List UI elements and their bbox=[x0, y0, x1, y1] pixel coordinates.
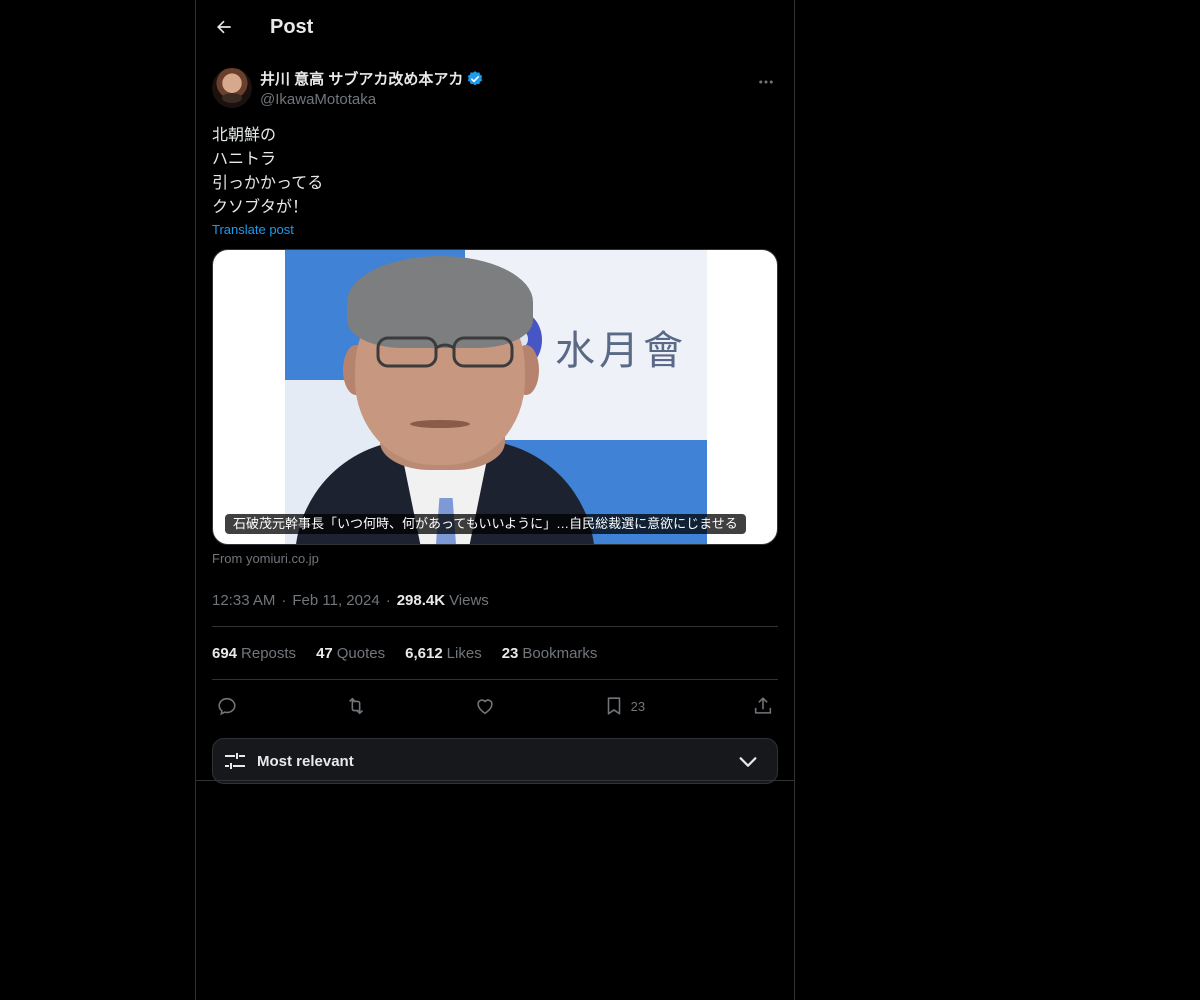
bookmark-count: 23 bbox=[630, 698, 646, 714]
bookmark-button[interactable]: 23 bbox=[603, 695, 645, 717]
reposts-count: 694 bbox=[212, 644, 238, 662]
meta-separator: · bbox=[281, 591, 287, 609]
post-date[interactable]: Feb 11, 2024 bbox=[292, 592, 379, 609]
back-button[interactable] bbox=[212, 15, 236, 39]
reply-sort-dropdown[interactable]: Most relevant bbox=[212, 738, 778, 784]
post-text: 北朝鮮の ハニトラ 引っかかってる クソブタが！ bbox=[212, 124, 778, 220]
reply-button[interactable] bbox=[216, 695, 238, 717]
link-source[interactable]: From yomiuri.co.jp bbox=[212, 551, 778, 566]
chevron-down-icon bbox=[739, 757, 757, 767]
likes-count: 6,612 bbox=[405, 644, 443, 662]
more-horizontal-icon bbox=[759, 80, 773, 84]
author-row: 井川 意高 サブアカ改め本アカ @IkawaMototaka bbox=[212, 64, 778, 112]
bookmarks-label: Bookmarks bbox=[522, 644, 598, 662]
page-header: Post bbox=[196, 0, 794, 54]
divider bbox=[196, 780, 794, 781]
avatar[interactable] bbox=[212, 68, 252, 108]
banner-text: 水月會 bbox=[555, 328, 687, 374]
page-title: Post bbox=[270, 15, 314, 38]
link-card-media[interactable]: 水月會 石破茂元幹事長「いつ何時、何があってもいいように」…自民総裁選に意欲にじ… bbox=[212, 249, 778, 545]
post-text-line: クソブタが！ bbox=[212, 199, 309, 216]
meta-separator: · bbox=[385, 591, 391, 609]
views-label: Views bbox=[449, 591, 489, 609]
likes-label: Likes bbox=[446, 644, 482, 662]
reposts-stat[interactable]: 694 Reposts bbox=[212, 645, 296, 662]
like-button[interactable] bbox=[474, 695, 496, 717]
name-line: 井川 意高 サブアカ改め本アカ bbox=[260, 68, 484, 89]
sort-label: Most relevant bbox=[257, 752, 354, 770]
engagement-stats: 694 Reposts 47 Quotes 6,612 Likes 23 Bookmar… bbox=[212, 627, 778, 679]
author-text: 井川 意高 サブアカ改め本アカ @IkawaMototaka bbox=[260, 68, 484, 108]
bookmarks-count: 23 bbox=[501, 644, 519, 662]
more-options-button[interactable] bbox=[754, 70, 778, 94]
likes-stat[interactable]: 6,612 Likes bbox=[405, 645, 482, 662]
sliders-icon bbox=[225, 753, 245, 769]
share-button[interactable] bbox=[752, 695, 774, 717]
share-icon bbox=[754, 697, 772, 714]
heart-icon bbox=[477, 699, 493, 715]
post-meta: 12:33 AM · Feb 11, 2024 · 298.4K Views bbox=[212, 584, 778, 616]
translate-post-link[interactable]: Translate post bbox=[212, 222, 778, 237]
bookmark-icon bbox=[607, 697, 620, 715]
quotes-stat[interactable]: 47 Quotes bbox=[316, 645, 385, 662]
action-bar: 23 bbox=[212, 682, 778, 730]
display-name[interactable]: 井川 意高 サブアカ改め本アカ bbox=[260, 68, 463, 89]
post-text-line: ハニトラ bbox=[212, 151, 277, 168]
post-text-line: 引っかかってる bbox=[212, 175, 324, 192]
post-time[interactable]: 12:33 AM bbox=[212, 592, 275, 609]
post: 井川 意高 サブアカ改め本アカ @IkawaMototaka 北朝鮮の ハニトラ bbox=[196, 64, 794, 784]
arrow-left-icon bbox=[217, 20, 231, 34]
main-column: Post 井川 意高 サブアカ改め本アカ @IkawaMototaka 北朝鮮の… bbox=[195, 0, 795, 1000]
reply-icon bbox=[218, 697, 236, 716]
repost-button[interactable] bbox=[345, 695, 367, 717]
reposts-label: Reposts bbox=[241, 644, 297, 662]
repost-icon bbox=[348, 697, 363, 715]
news-photo: 水月會 bbox=[285, 250, 707, 544]
handle[interactable]: @IkawaMototaka bbox=[260, 91, 484, 108]
verified-badge-icon bbox=[468, 70, 483, 85]
divider bbox=[212, 679, 778, 680]
quotes-count: 47 bbox=[316, 644, 333, 662]
post-text-line: 北朝鮮の bbox=[212, 127, 277, 144]
quotes-label: Quotes bbox=[336, 644, 386, 662]
bookmarks-stat[interactable]: 23 Bookmarks bbox=[502, 645, 598, 662]
media-caption: 石破茂元幹事長「いつ何時、何があってもいいように」…自民総裁選に意欲にじませる bbox=[225, 514, 746, 534]
views-count: 298.4K bbox=[396, 591, 446, 609]
